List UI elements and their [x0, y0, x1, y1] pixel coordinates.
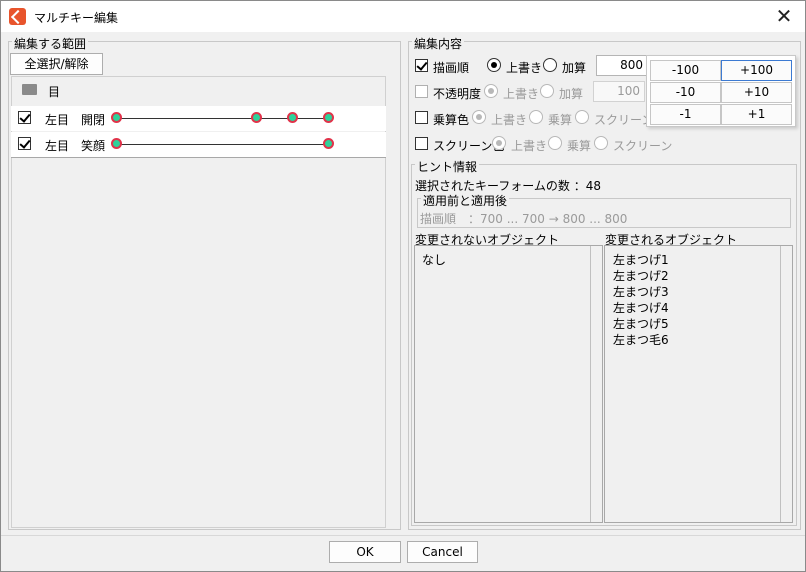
plus-100-button[interactable]: +100: [721, 60, 792, 81]
keyform-dot[interactable]: [111, 138, 122, 149]
cancel-button[interactable]: Cancel: [407, 541, 478, 563]
minus-100-button[interactable]: -100: [650, 60, 721, 81]
multiply-multiply-radio[interactable]: [529, 110, 543, 124]
list-item: 左まつげ1: [613, 253, 669, 267]
screen-multiply-label: 乗算: [567, 139, 592, 153]
list-item: 左まつげ3: [613, 285, 669, 299]
keyform-dot[interactable]: [323, 112, 334, 123]
folder-icon: [22, 84, 37, 95]
list-item: 左まつげ4: [613, 301, 669, 315]
window-title: マルチキー編集: [34, 11, 119, 25]
folder-label: 目: [48, 85, 61, 99]
before-after-title: 適用前と適用後: [421, 192, 510, 209]
draw-order-add-radio[interactable]: [543, 58, 557, 72]
row-checkbox[interactable]: [18, 111, 31, 124]
multiply-screen-radio[interactable]: [575, 110, 589, 124]
hint-title: ヒント情報: [415, 158, 480, 175]
opacity-checkbox[interactable]: [415, 85, 428, 98]
screen-color-checkbox[interactable]: [415, 137, 428, 150]
changed-objects-list[interactable]: 左まつげ1 左まつげ2 左まつげ3 左まつげ4 左まつげ5 左まつ毛6: [604, 245, 793, 523]
unchanged-objects-list[interactable]: なし: [414, 245, 603, 523]
draw-order-add-label: 加算: [562, 61, 587, 75]
keyform-track: [117, 144, 329, 145]
opacity-add-radio[interactable]: [540, 84, 554, 98]
multiply-color-label: 乗算色: [433, 113, 470, 127]
list-item: 左まつ毛6: [613, 333, 669, 347]
increment-popup: -100 +100 -10 +10 -1 +1: [646, 55, 796, 127]
screen-overwrite-label: 上書き: [511, 139, 548, 153]
list-item: なし: [422, 253, 447, 267]
screen-screen-radio[interactable]: [594, 136, 608, 150]
multiply-overwrite-radio[interactable]: [472, 110, 486, 124]
row-label-param: 開閉: [81, 113, 106, 127]
close-icon[interactable]: ✕: [769, 3, 799, 29]
dialog-window: マルチキー編集 ✕ 編集する範囲 全選択/解除 目 左目 開閉 左目 笑顔 編集…: [0, 0, 806, 572]
keyform-dot[interactable]: [323, 138, 334, 149]
screen-multiply-radio[interactable]: [548, 136, 562, 150]
row-label-part: 左目: [45, 113, 70, 127]
edit-content-title: 編集内容: [412, 35, 465, 52]
screen-overwrite-radio[interactable]: [492, 136, 506, 150]
title-bar: マルチキー編集 ✕: [1, 1, 805, 32]
opacity-overwrite-radio[interactable]: [484, 84, 498, 98]
draw-order-overwrite-label: 上書き: [506, 61, 543, 75]
row-checkbox[interactable]: [18, 137, 31, 150]
draw-order-input[interactable]: 800: [596, 55, 648, 76]
opacity-label: 不透明度: [433, 87, 482, 101]
plus-10-button[interactable]: +10: [721, 82, 792, 103]
opacity-overwrite-label: 上書き: [503, 87, 540, 101]
list-item[interactable]: 左目 開閉: [11, 106, 386, 131]
multiply-color-checkbox[interactable]: [415, 111, 428, 124]
minus-10-button[interactable]: -10: [650, 82, 721, 103]
plus-1-button[interactable]: +1: [721, 104, 792, 125]
draw-order-checkbox[interactable]: [415, 59, 428, 72]
draw-order-label: 描画順: [433, 61, 470, 75]
list-divider: [11, 157, 386, 158]
list-item: 左まつげ2: [613, 269, 669, 283]
draw-order-overwrite-radio[interactable]: [487, 58, 501, 72]
multiply-screen-label: スクリーン: [594, 113, 654, 127]
keyform-dot[interactable]: [111, 112, 122, 123]
select-all-button[interactable]: 全選択/解除: [10, 53, 103, 75]
screen-screen-label: スクリーン: [613, 139, 673, 153]
multiply-overwrite-label: 上書き: [491, 113, 528, 127]
keyform-dot[interactable]: [251, 112, 262, 123]
multiply-multiply-label: 乗算: [548, 113, 573, 127]
keyform-dot[interactable]: [287, 112, 298, 123]
opacity-input[interactable]: 100: [593, 81, 645, 102]
app-icon: [9, 8, 26, 25]
footer-divider: [1, 535, 805, 536]
row-label-param: 笑顔: [81, 139, 106, 153]
opacity-add-label: 加算: [559, 87, 584, 101]
list-item[interactable]: 左目 笑顔: [11, 132, 386, 157]
row-label-part: 左目: [45, 139, 70, 153]
before-after-text: 描画順 ：700 ... 700 → 800 ... 800: [420, 212, 628, 226]
edit-range-title: 編集する範囲: [12, 35, 89, 52]
minus-1-button[interactable]: -1: [650, 104, 721, 125]
list-item: 左まつげ5: [613, 317, 669, 331]
ok-button[interactable]: OK: [329, 541, 401, 563]
